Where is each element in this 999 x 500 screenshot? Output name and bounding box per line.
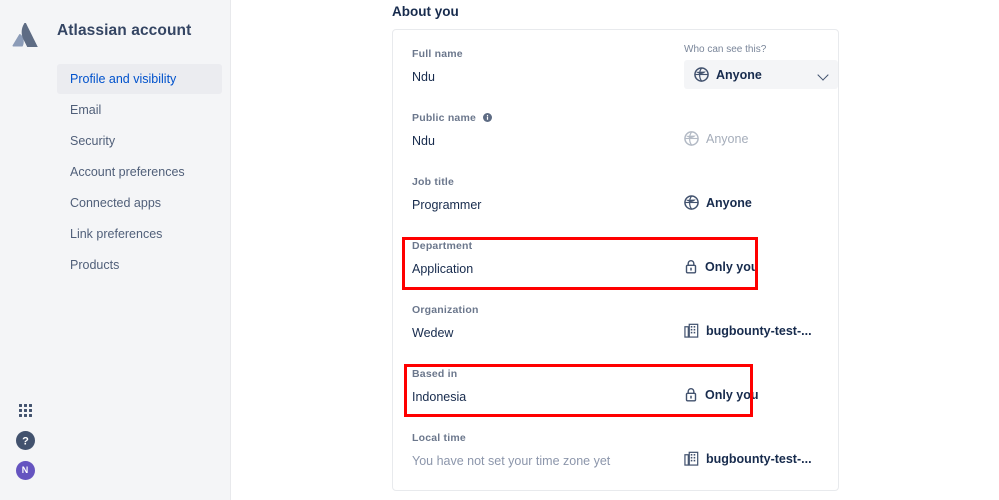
app-root: Atlassian account Profile and visibility… [0, 0, 999, 500]
sidebar-item-connected-apps[interactable]: Connected apps [57, 188, 222, 218]
sidebar-footer-icons: ? N [13, 398, 53, 488]
field-value: Ndu [412, 134, 435, 148]
field-label: Organization [412, 304, 479, 316]
page-title: About you [392, 4, 459, 19]
field-label: Full name [412, 48, 463, 60]
field-label: Public name [412, 112, 493, 124]
visibility-department[interactable]: Only you [684, 259, 758, 274]
field-row-job-title: Job title Programmer Anyone [412, 173, 821, 237]
svg-text:?: ? [22, 435, 29, 447]
globe-icon [684, 131, 699, 146]
chevron-down-icon [817, 69, 829, 81]
visibility-value: Only you [705, 387, 759, 402]
visibility-value: Only you [705, 259, 759, 274]
main-content: About you Full name Ndu Who can see this… [231, 0, 999, 500]
field-value: Ndu [412, 70, 435, 84]
visibility-organization[interactable]: bugbounty-test-... [684, 323, 812, 338]
lock-icon [684, 259, 698, 274]
field-rows: Full name Ndu Who can see this? Anyone P… [412, 44, 838, 493]
visibility-select-full-name[interactable]: Anyone [684, 60, 838, 89]
sidebar: Atlassian account Profile and visibility… [0, 0, 231, 500]
sidebar-item-profile-and-visibility[interactable]: Profile and visibility [57, 64, 222, 94]
sidebar-nav: Profile and visibility Email Security Ac… [57, 64, 222, 281]
visibility-based-in[interactable]: Only you [684, 387, 758, 402]
field-label: Department [412, 240, 473, 252]
globe-icon [694, 67, 709, 82]
sidebar-item-products[interactable]: Products [57, 250, 222, 280]
field-value: Programmer [412, 198, 482, 212]
field-row-public-name: Public name Ndu Anyone [412, 109, 821, 173]
visibility-value: Anyone [716, 67, 762, 82]
user-avatar[interactable]: N [13, 458, 37, 482]
field-label: Based in [412, 368, 458, 380]
lock-icon [684, 387, 698, 402]
field-row-organization: Organization Wedew bugbounty-test-... [412, 301, 821, 365]
field-value: Indonesia [412, 390, 467, 404]
visibility-value: bugbounty-test-... [706, 451, 812, 466]
visibility-value: bugbounty-test-... [706, 323, 812, 338]
building-icon [684, 451, 699, 466]
field-row-department: Department Application Only you [412, 237, 821, 301]
building-icon [684, 323, 699, 338]
field-row-local-time: Local time You have not set your time zo… [412, 429, 821, 493]
visibility-public-name: Anyone [684, 131, 748, 146]
field-value: Wedew [412, 326, 454, 340]
sidebar-item-account-preferences[interactable]: Account preferences [57, 157, 222, 187]
brand-header: Atlassian account [0, 20, 231, 50]
field-label: Job title [412, 176, 455, 188]
field-label-text: Public name [412, 112, 477, 124]
sidebar-item-link-preferences[interactable]: Link preferences [57, 219, 222, 249]
field-row-based-in: Based in Indonesia Only you [412, 365, 821, 429]
avatar-initial: N [15, 460, 35, 480]
brand-title: Atlassian account [57, 22, 192, 39]
about-you-card: Full name Ndu Who can see this? Anyone P… [392, 29, 839, 491]
field-value: Application [412, 262, 474, 276]
info-circle-icon[interactable] [483, 113, 493, 122]
help-circle-icon[interactable]: ? [13, 428, 37, 452]
visibility-value: Anyone [706, 131, 749, 146]
globe-icon [684, 195, 699, 210]
field-label: Local time [412, 432, 466, 444]
atlassian-logo-icon [12, 23, 38, 47]
field-row-full-name: Full name Ndu Who can see this? Anyone [412, 44, 838, 109]
sidebar-item-security[interactable]: Security [57, 126, 222, 156]
visibility-value: Anyone [706, 195, 752, 210]
field-value: You have not set your time zone yet [412, 454, 611, 468]
sidebar-item-email[interactable]: Email [57, 95, 222, 125]
visibility-local-time[interactable]: bugbounty-test-... [684, 451, 812, 466]
visibility-job-title[interactable]: Anyone [684, 195, 752, 210]
who-can-see-this-label: Who can see this? [684, 44, 767, 55]
app-switcher-grid-icon[interactable] [13, 398, 37, 422]
